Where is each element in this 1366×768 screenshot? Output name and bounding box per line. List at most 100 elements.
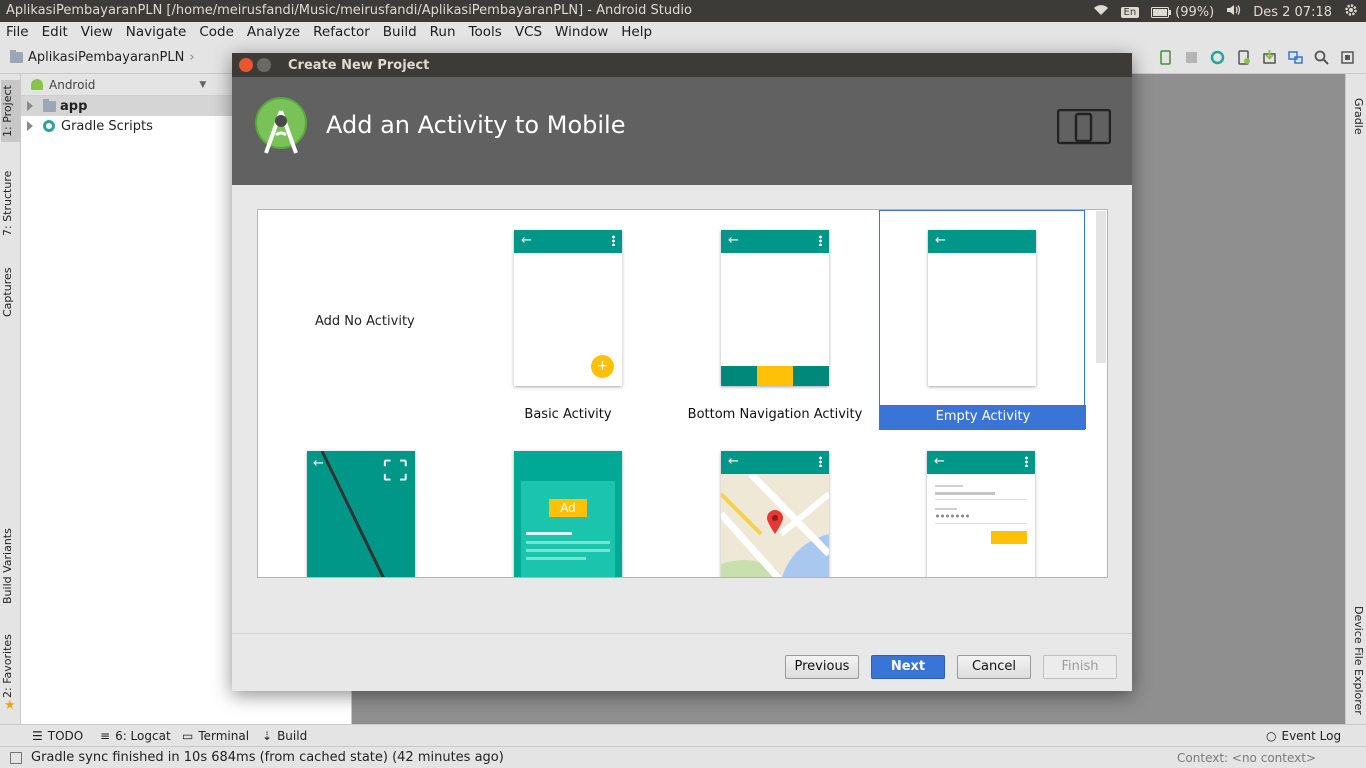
tile-admob-activity[interactable]: Ad: [465, 451, 671, 577]
tab-favorites[interactable]: 2: Favorites: [1, 634, 20, 698]
login-field-line: [935, 485, 963, 487]
menu-file[interactable]: File: [6, 24, 29, 40]
menu-navigate[interactable]: Navigate: [126, 24, 187, 40]
dialog-separator: [232, 633, 1132, 634]
right-tool-strip: Gradle Device File Explorer: [1345, 74, 1366, 724]
tile-basic-activity[interactable]: ← + Basic Activity: [465, 210, 671, 430]
tool-windows-toggle[interactable]: [10, 752, 22, 764]
cancel-button[interactable]: Cancel: [957, 655, 1031, 679]
tool-logcat[interactable]: ≡ 6: Logcat: [100, 729, 171, 743]
module-folder-icon: [43, 98, 56, 112]
clock[interactable]: Des 2 07:18: [1253, 5, 1332, 20]
maps-preview: ←: [721, 451, 829, 577]
tab-gradle[interactable]: Gradle: [1348, 98, 1365, 135]
app-bar: ←: [721, 451, 829, 474]
menu-window[interactable]: Window: [555, 24, 608, 40]
breadcrumb-project[interactable]: AplikasiPembayaranPLN: [28, 50, 184, 65]
ad-card: [521, 481, 615, 577]
logcat-icon: ≡: [100, 729, 111, 743]
bottom-nav-preview: ←: [721, 230, 829, 386]
gradle-icon: [43, 120, 55, 132]
search-icon[interactable]: [1313, 49, 1330, 66]
tool-build[interactable]: ⇣ Build: [262, 729, 307, 743]
menu-tools[interactable]: Tools: [469, 24, 502, 40]
volume-icon[interactable]: [1226, 4, 1241, 20]
tile-login-activity[interactable]: ←: [879, 451, 1085, 577]
tool-build-label: Build: [277, 729, 308, 743]
expand-arrow-icon[interactable]: [27, 101, 33, 111]
app-bar: ←: [928, 230, 1036, 253]
os-title-bar: AplikasiPembayaranPLN [/home/meirusfandi…: [0, 0, 1366, 22]
help-icon[interactable]: [1339, 49, 1356, 66]
favorites-star-icon: ★: [4, 698, 16, 713]
ad-text-line: [526, 532, 572, 535]
minimize-icon[interactable]: [257, 58, 271, 72]
menu-build[interactable]: Build: [383, 24, 417, 40]
tab-build-variants[interactable]: Build Variants: [1, 526, 20, 606]
avd-manager-icon[interactable]: [1235, 49, 1252, 66]
next-button[interactable]: Next: [871, 655, 945, 679]
tile-maps-activity[interactable]: ←: [672, 451, 878, 577]
battery-icon: [1151, 6, 1172, 18]
menu-run[interactable]: Run: [430, 24, 456, 40]
back-arrow-icon: ←: [521, 233, 532, 248]
sdk-manager-icon[interactable]: [1261, 49, 1278, 66]
menu-edit[interactable]: Edit: [42, 24, 68, 40]
expand-arrow-icon[interactable]: [27, 121, 33, 131]
overflow-menu-icon: [1025, 456, 1028, 467]
login-field-line: [935, 492, 995, 495]
toolbar-actions: [1157, 49, 1356, 66]
tool-event-log[interactable]: ○ Event Log: [1266, 729, 1341, 743]
svg-text:←: ←: [313, 456, 324, 471]
left-tool-strip: 1: Project 7: Structure Captures Build V…: [0, 74, 21, 724]
admob-preview: Ad: [514, 451, 622, 577]
sync-gradle-icon[interactable]: [1209, 49, 1226, 66]
tool-todo[interactable]: ☰ TODO: [32, 729, 83, 743]
tool-terminal[interactable]: ▭ Terminal: [182, 729, 249, 743]
tab-project[interactable]: 1: Project: [1, 80, 20, 142]
keyboard-layout-indicator[interactable]: En: [1120, 6, 1140, 18]
menu-code[interactable]: Code: [199, 24, 234, 40]
overflow-menu-icon: [819, 235, 822, 246]
bottom-tool-bar: ☰ TODO ≡ 6: Logcat ▭ Terminal ⇣ Build ○ Event…: [0, 724, 1366, 746]
add-no-activity-label: Add No Activity: [315, 314, 415, 329]
status-bar: Gradle sync finished in 10s 684ms (from …: [0, 746, 1366, 768]
header-title: Add an Activity to Mobile: [326, 111, 626, 139]
ad-label: Ad: [560, 501, 576, 515]
basic-activity-label: Basic Activity: [524, 407, 612, 422]
system-tray: En (99%) Des 2 07:18: [1093, 3, 1358, 21]
menu-help[interactable]: Help: [621, 24, 652, 40]
dialog-titlebar[interactable]: Create New Project: [232, 53, 1132, 77]
stop-icon[interactable]: [1183, 49, 1200, 66]
gallery-scrollbar[interactable]: [1096, 211, 1106, 363]
status-message[interactable]: Gradle sync finished in 10s 684ms (from …: [31, 750, 504, 765]
tab-structure[interactable]: 7: Structure: [1, 168, 20, 238]
tile-empty-activity[interactable]: ← Empty Activity: [879, 210, 1086, 430]
build-icon: ⇣: [262, 729, 273, 743]
tab-device-file-explorer[interactable]: Device File Explorer: [1348, 606, 1365, 715]
close-icon[interactable]: [239, 58, 253, 72]
menu-refactor[interactable]: Refactor: [313, 24, 370, 40]
dialog-header: Add an Activity to Mobile: [232, 77, 1132, 185]
tile-add-no-activity[interactable]: Add No Activity: [258, 210, 464, 430]
tile-fullscreen-activity[interactable]: ←: [258, 451, 464, 577]
menu-analyze[interactable]: Analyze: [247, 24, 300, 40]
project-structure-icon[interactable]: [1287, 49, 1304, 66]
previous-button[interactable]: Previous: [785, 655, 859, 679]
tile-bottom-navigation-activity[interactable]: ← Bottom Navigation Activity: [672, 210, 878, 430]
login-field-line: [935, 508, 957, 510]
wifi-icon[interactable]: [1093, 4, 1109, 20]
finish-button[interactable]: Finish: [1043, 655, 1117, 679]
basic-activity-preview: ← +: [514, 230, 622, 386]
tab-captures[interactable]: Captures: [1, 264, 20, 320]
tool-event-log-label: Event Log: [1281, 729, 1342, 743]
status-context: Context: <no context>: [1177, 751, 1316, 765]
battery-indicator[interactable]: (99%): [1151, 5, 1214, 20]
apply-changes-icon[interactable]: [1157, 49, 1174, 66]
menu-view[interactable]: View: [81, 24, 113, 40]
menu-vcs[interactable]: VCS: [515, 24, 542, 40]
ad-badge: Ad: [549, 499, 587, 517]
map-illustration: [721, 471, 829, 577]
back-arrow-icon: ←: [728, 233, 739, 248]
settings-gear-icon[interactable]: [1344, 3, 1358, 21]
